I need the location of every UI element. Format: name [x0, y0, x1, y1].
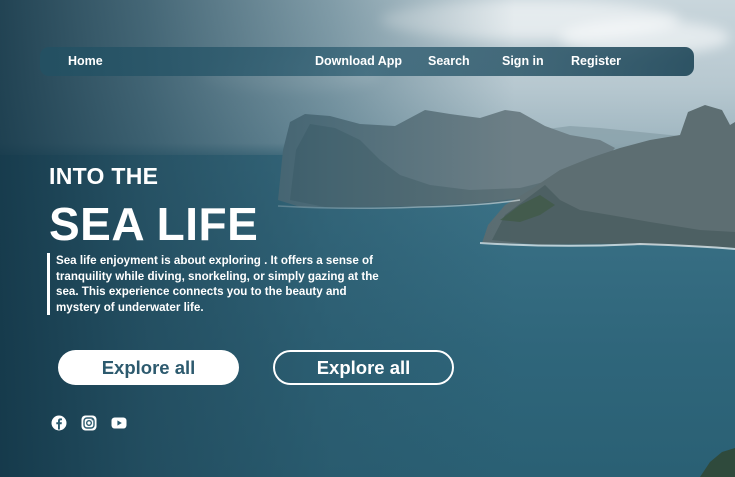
nav-search-link[interactable]: Search	[428, 47, 470, 76]
top-navbar: Home Download App Search Sign in Registe…	[40, 47, 694, 76]
nav-register-link[interactable]: Register	[571, 47, 621, 76]
explore-all-primary-button[interactable]: Explore all	[58, 350, 239, 385]
hero-section: Home Download App Search Sign in Registe…	[0, 0, 735, 477]
hero-headline: SEA LIFE	[49, 198, 259, 250]
nav-download-app-link[interactable]: Download App	[315, 47, 402, 76]
hero-description: Sea life enjoyment is about exploring . …	[47, 253, 394, 315]
youtube-icon[interactable]	[111, 415, 127, 431]
hero-eyebrow: INTO THE	[49, 163, 159, 189]
nav-home-link[interactable]: Home	[68, 47, 103, 76]
nav-sign-in-link[interactable]: Sign in	[502, 47, 544, 76]
facebook-icon[interactable]	[51, 415, 67, 431]
explore-all-outline-button[interactable]: Explore all	[273, 350, 454, 385]
instagram-icon[interactable]	[81, 415, 97, 431]
